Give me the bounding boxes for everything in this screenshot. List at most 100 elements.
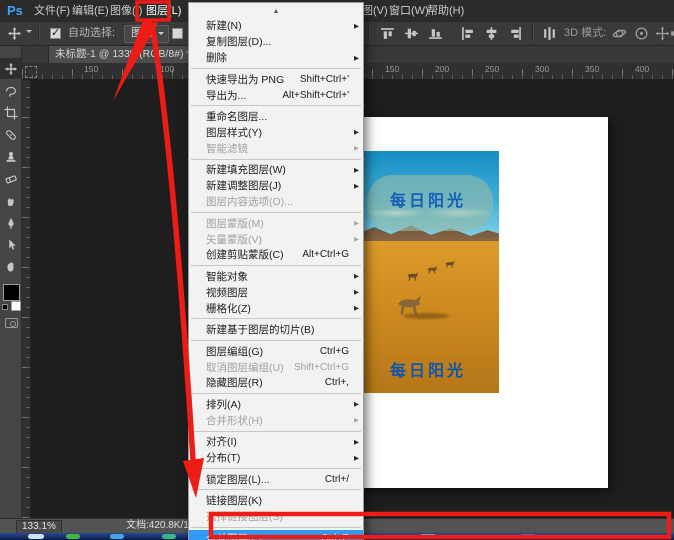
show-transform-checkbox[interactable] [172,28,183,39]
3d-slide-icon[interactable] [670,26,674,41]
align-top-edges-icon[interactable] [380,26,395,41]
menu-item[interactable]: 链接图层(K) [189,493,363,509]
menu-item[interactable]: 智能对象 ▶ [189,268,363,284]
toolbox [0,45,22,533]
menu-item[interactable]: 导出为... Alt+Shift+Ctrl+' [189,87,363,103]
3d-pan-icon[interactable] [655,26,670,41]
menu-item[interactable]: 创建剪贴蒙版(C) Alt+Ctrl+G [189,247,363,263]
menu-item[interactable]: 图层蒙版(M) ▶ [189,215,363,231]
antelope-shadow [403,313,449,319]
menu-separator [191,67,361,69]
menu-item[interactable]: 新建填充图层(W) ▶ [189,162,363,178]
auto-select-checkbox[interactable] [50,26,61,39]
poster-image[interactable]: 每日阳光 每日阳光 [357,151,499,393]
submenu-arrow-icon: ▶ [354,145,359,153]
eraser-tool[interactable] [0,168,22,189]
menu-bar-item[interactable]: 帮助(H) [427,0,464,22]
3d-roll-icon[interactable] [634,26,649,41]
align-left-edges-icon[interactable] [460,26,475,41]
ruler-label: 350 [585,64,600,74]
3d-orbit-icon[interactable] [612,26,627,41]
menu-item[interactable]: 复制图层(D)... [189,34,363,50]
align-vertical-centers-icon[interactable] [404,26,419,41]
menu-item-label: 智能滤镜 [206,142,248,155]
submenu-arrow-icon: ▶ [354,220,359,228]
ruler-origin-icon[interactable] [25,66,37,78]
menu-bar-item[interactable]: 窗口(W) [389,0,429,22]
menu-item-label: 快速导出为 PNG [206,73,285,86]
menu-item[interactable]: 选择链接图层(S) [189,509,363,525]
menu-item[interactable]: 排列(A) ▶ [189,396,363,412]
menu-item[interactable]: 取消图层编组(U) Shift+Ctrl+G [189,359,363,375]
menu-item[interactable]: 视频图层 ▶ [189,284,363,300]
photoshop-logo: Ps [7,3,23,18]
menu-bar-item[interactable]: 图层(L) [146,0,181,22]
menu-bar-item[interactable]: 编辑(E) [72,0,109,22]
submenu-arrow-icon: ▶ [354,129,359,137]
spot-healing-tool[interactable] [0,124,22,145]
taskbar-icon[interactable] [28,534,44,539]
menu-bar-item[interactable]: 文件(F) [34,0,70,22]
menu-item[interactable]: 分布(T) ▶ [189,450,363,466]
menu-item[interactable]: 图层内容选项(O)... [189,194,363,210]
menu-item[interactable]: 锁定图层(L)... Ctrl+/ [189,471,363,487]
menu-item-label: 分布(T) [206,452,241,465]
move-tool-icon[interactable] [7,26,22,41]
menu-bar-item[interactable]: 图(V) [362,0,388,22]
menu-item[interactable]: 对齐(I) ▶ [189,434,363,450]
menu-item[interactable]: 图层样式(Y) ▶ [189,125,363,141]
menu-item[interactable]: 新建基于图层的切片(B) [189,322,363,338]
submenu-arrow-icon: ▶ [354,182,359,190]
menu-item[interactable]: 新建调整图层(J) ▶ [189,178,363,194]
move-tool[interactable] [0,58,22,79]
smudge-tool[interactable] [0,190,22,211]
menu-item[interactable]: 快速导出为 PNG Shift+Ctrl+' [189,71,363,87]
auto-select-dropdown[interactable]: 图层 [124,25,169,43]
taskbar-icon[interactable] [420,534,436,539]
crop-tool[interactable] [0,102,22,123]
taskbar-icon[interactable] [66,534,80,539]
menu-item[interactable]: 删除 ▶ [189,50,363,66]
background-color-swatch[interactable] [11,301,21,311]
foreground-color-swatch[interactable] [3,284,20,301]
swap-colors-icon[interactable] [2,304,8,310]
distribute-centers-icon[interactable] [542,26,557,41]
menu-separator [191,339,361,341]
auto-select-label: 自动选择: [68,27,116,39]
menu-bar-item[interactable]: 图像(I) [110,0,142,22]
taskbar-icon[interactable] [520,534,536,539]
lasso-tool[interactable] [0,80,22,101]
ruler-label: 250 [485,64,500,74]
taskbar-icon[interactable] [162,534,176,539]
menu-scroll-up-icon[interactable]: ▲ [189,5,363,18]
document-tab[interactable]: 未标题-1 @ 133%(RGB/8#) * × [48,45,204,63]
menu-item[interactable]: 隐藏图层(R) Ctrl+, [189,375,363,391]
align-bottom-edges-icon[interactable] [428,26,443,41]
menu-item[interactable]: 合并图层(E) Ctrl+E [189,530,363,540]
menu-item[interactable]: 栅格化(Z) ▶ [189,300,363,316]
menu-item[interactable]: 重命名图层... [189,109,363,125]
menu-separator [191,105,361,107]
menu-item[interactable]: 新建(N) ▶ [189,18,363,34]
menu-separator [191,393,361,395]
menu-item[interactable]: 矢量蒙版(V) ▶ [189,231,363,247]
menu-item-shortcut: Ctrl+E [320,532,349,540]
path-select-tool[interactable] [0,234,22,255]
tool-preset-caret-icon[interactable] [26,30,32,36]
submenu-arrow-icon: ▶ [354,273,359,281]
menu-item[interactable]: 合并形状(H) ▶ [189,412,363,428]
clone-stamp-tool[interactable] [0,146,22,167]
menu-item-shortcut: Ctrl+/ [324,473,349,485]
menu-item[interactable]: 图层编组(G) Ctrl+G [189,343,363,359]
taskbar-icon[interactable] [110,534,124,539]
align-right-edges-icon[interactable] [508,26,523,41]
pen-tool[interactable] [0,212,22,233]
quick-mask-icon[interactable] [5,318,18,328]
menu-item[interactable]: 智能滤镜 ▶ [189,140,363,156]
align-horizontal-centers-icon[interactable] [484,26,499,41]
ruler-label: 400 [635,64,650,74]
vertical-ruler[interactable] [22,80,31,518]
zoom-level-field[interactable]: 133.1% [16,520,62,534]
hand-tool[interactable] [0,256,22,277]
submenu-arrow-icon: ▶ [354,54,359,62]
